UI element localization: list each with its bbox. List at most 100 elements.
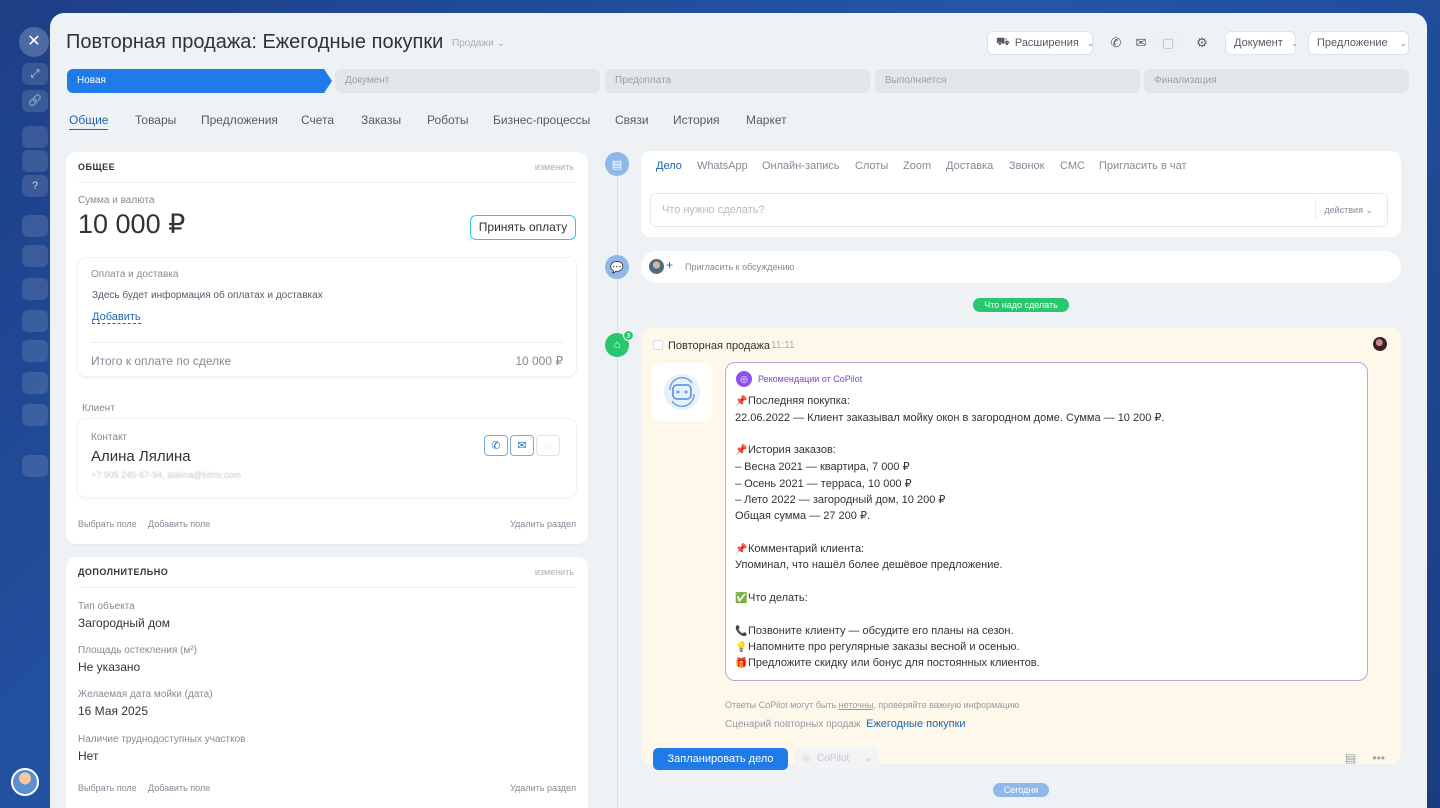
tab-whatsapp[interactable]: WhatsApp [697,160,748,172]
rail-item-icon[interactable] [22,455,48,477]
rail-item-icon[interactable] [22,340,48,362]
chevron-down-icon: ⌄ [1290,37,1299,48]
mail-icon[interactable]: ✉ [510,435,534,456]
delete-section-link[interactable]: Удалить раздел [510,519,576,529]
contact-details: +7 905 245-67-94, alalina@bitrix.com [91,470,241,480]
link-icon[interactable]: 🔗 [22,90,48,112]
phone-icon[interactable]: ✆ [484,435,508,456]
tab-business-processes[interactable]: Бизнес-процессы [493,113,590,127]
client-label: Клиент [82,403,115,414]
tab-offers[interactable]: Предложения [201,113,278,127]
item-title[interactable]: Повторная продажа [668,340,770,352]
chat-icon[interactable]: ◌ [536,435,560,456]
rec-line: 🎁Предложите скидку или бонус для постоян… [735,657,1040,669]
stage-new[interactable]: Новая [67,69,332,93]
tab-task[interactable]: Дело [656,160,682,172]
contact-name[interactable]: Алина Лялина [91,448,191,465]
rec-line: Общая сумма — 27 200 ₽. [735,510,871,522]
deal-slider: Повторная продажа: Ежегодные покупки Про… [50,13,1427,808]
accept-payment-button[interactable]: Принять оплату [470,215,576,240]
inaccurate-link[interactable]: неточны [839,700,874,710]
delete-section-link[interactable]: Удалить раздел [510,783,576,793]
edit-link[interactable]: изменить [535,567,574,577]
tab-history[interactable]: История [673,113,720,127]
chat-icon[interactable]: ▢ [1156,31,1180,55]
invite-to-discussion[interactable]: + Пригласить к обсуждению [641,251,1401,283]
tab-links[interactable]: Связи [615,113,649,127]
gear-icon[interactable]: ⚙ [1190,31,1214,55]
rail-item-icon[interactable] [22,215,48,237]
complete-checkbox[interactable] [653,340,663,350]
offer-button[interactable]: Предложение ⌄ [1308,31,1409,55]
stage-prepayment[interactable]: Предоплата [605,69,870,93]
rec-line: 📌История заказов: [735,444,836,456]
copilot-recommendations: ◎ Рекомендации от CoPilot 📌Последняя пок… [725,362,1368,681]
add-payment-link[interactable]: Добавить [92,311,141,324]
close-icon[interactable]: ✕ [19,27,49,57]
rail-item-icon[interactable] [22,372,48,394]
plan-task-button[interactable]: Запланировать дело [653,748,788,770]
field-value[interactable]: Нет [78,749,98,763]
stage-finalization[interactable]: Финализация [1144,69,1409,93]
tab-invite-chat[interactable]: Пригласить в чат [1099,160,1187,172]
rail-item-icon[interactable] [22,310,48,332]
user-avatar[interactable] [11,768,39,796]
amount-value[interactable]: 10 000 ₽ [78,209,185,240]
rail-item-icon[interactable] [22,126,48,148]
today-pill: Сегодня [993,783,1049,797]
rail-item-icon[interactable] [22,150,48,172]
add-field-link[interactable]: Добавить поле [148,783,210,793]
select-field-link[interactable]: Выбрать поле [78,519,137,529]
tab-call[interactable]: Звонок [1009,160,1045,172]
rail-item-icon[interactable] [22,404,48,426]
phone-icon[interactable]: ✆ [1104,31,1128,55]
general-card: ОБЩЕЕ изменить Сумма и валюта 10 000 ₽ П… [66,152,588,544]
tab-slots[interactable]: Слоты [855,160,888,172]
select-field-link[interactable]: Выбрать поле [78,783,137,793]
avatar [649,259,664,274]
field-value[interactable]: Не указано [78,660,140,674]
tab-robots[interactable]: Роботы [427,113,469,127]
actions-dropdown[interactable]: действия ⌄ [1315,199,1381,221]
field-value[interactable]: 16 Мая 2025 [78,704,148,718]
extensions-button[interactable]: ⛟ Расширения ⌄ [987,31,1094,55]
copilot-button[interactable]: ◎ CoPilot ⌄ [795,748,879,770]
mail-icon[interactable]: ✉ [1129,31,1153,55]
amount-label: Сумма и валюта [78,195,155,206]
deal-header: Повторная продажа: Ежегодные покупки Про… [50,13,1427,113]
plus-icon[interactable]: + [666,258,673,272]
count-badge: 3 [623,330,634,341]
task-input[interactable]: Что нужно сделать? действия ⌄ [650,193,1388,227]
tab-invoices[interactable]: Счета [301,113,334,127]
extensions-icon: ⛟ [996,36,1010,48]
additional-card: ДОПОЛНИТЕЛЬНО изменить Тип объекта Загор… [66,557,588,808]
tab-products[interactable]: Товары [135,113,176,127]
add-field-link[interactable]: Добавить поле [148,519,210,529]
tab-delivery[interactable]: Доставка [946,160,993,172]
tab-zoom[interactable]: Zoom [903,160,931,172]
tab-online-booking[interactable]: Онлайн-запись [762,160,840,172]
field-label: Площадь остекления (м²) [78,645,197,656]
field-label: Тип объекта [78,601,135,612]
copilot-disclaimer: Ответы CoPilot могут быть неточны, прове… [725,700,1020,710]
document-button[interactable]: Документ ⌄ [1225,31,1299,55]
field-value[interactable]: Загородный дом [78,616,170,630]
edit-link[interactable]: изменить [535,162,574,172]
rail-item-icon[interactable] [22,245,48,267]
more-icon[interactable]: ••• [1372,751,1385,765]
discussion-icon: 💬 [605,255,629,279]
rail-item-icon[interactable] [22,278,48,300]
left-rail: ✕ ⤢ 🔗 ? [0,0,50,808]
tab-orders[interactable]: Заказы [361,113,401,127]
rec-line: 💡Напомните про регулярные заказы весной … [735,641,1020,653]
stage-document[interactable]: Документ [335,69,600,93]
tab-market[interactable]: Маркет [746,113,787,127]
stage-in-progress[interactable]: Выполняется [875,69,1140,93]
help-icon[interactable]: ? [22,175,48,197]
category-selector[interactable]: Продажи ⌄ [452,38,505,49]
scenario-link[interactable]: Ежегодные покупки [866,718,965,730]
tab-sms[interactable]: СМС [1060,160,1085,172]
expand-icon[interactable]: ⤢ [22,63,48,85]
note-icon[interactable]: ▤ [1345,751,1356,765]
tab-general[interactable]: Общие [69,113,109,130]
